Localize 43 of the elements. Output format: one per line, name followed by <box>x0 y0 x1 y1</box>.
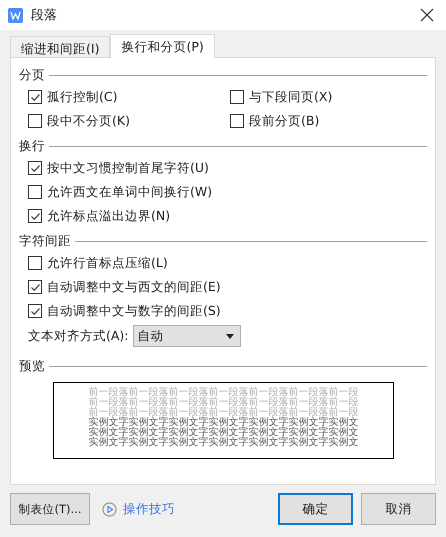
section-heading: 换行 <box>19 138 45 154</box>
checkbox-label[interactable]: 段前分页(B) <box>249 112 320 130</box>
play-icon[interactable] <box>102 502 117 516</box>
checkbox[interactable] <box>28 185 42 199</box>
checkbox-label[interactable]: 自动调整中文与西文的间距(E) <box>47 278 221 296</box>
checkbox[interactable] <box>28 256 42 270</box>
checkbox-label[interactable]: 自动调整中文与数字的间距(S) <box>47 302 221 320</box>
dialog-button[interactable]: 取消 <box>361 493 436 525</box>
tips-link[interactable]: 操作技巧 <box>123 500 175 518</box>
preview-text: 实例文字实例文字实例文字实例文字实例文字实例文字实例文 <box>88 428 358 438</box>
checkbox[interactable] <box>28 304 42 318</box>
preview-text: 前一段落前一段落前一段落前一段落前一段落前一段落前一段 <box>88 388 358 398</box>
checkbox-label[interactable]: 允许标点溢出边界(N) <box>47 208 170 224</box>
checkbox[interactable] <box>28 90 42 104</box>
checkbox[interactable] <box>28 161 42 175</box>
checkbox[interactable] <box>230 114 244 128</box>
preview-text: 前一段落前一段落前一段落前一段落前一段落前一段落前一段 <box>88 408 358 418</box>
preview-text: 实例文字实例文字实例文字实例文字实例文字实例文字实例文 <box>88 438 358 448</box>
window-title: 段落 <box>31 7 58 24</box>
checkbox-label[interactable]: 允许行首标点压缩(L) <box>47 254 168 272</box>
tab[interactable]: 换行和分页(P) <box>110 34 215 58</box>
checkbox[interactable] <box>230 90 244 104</box>
app-logo-icon <box>8 8 23 22</box>
checkbox-label[interactable]: 段中不分页(K) <box>47 112 130 130</box>
checkbox-label[interactable]: 允许西文在单词中间换行(W) <box>47 184 212 200</box>
checkbox-label[interactable]: 孤行控制(C) <box>47 88 118 106</box>
section-heading: 预览 <box>19 358 45 374</box>
checkbox-label[interactable]: 按中文习惯控制首尾字符(U) <box>47 160 209 176</box>
tab[interactable]: 缩进和间距(I) <box>10 36 110 57</box>
section-heading: 字符间距 <box>19 232 71 250</box>
checkbox[interactable] <box>28 114 42 128</box>
checkbox[interactable] <box>28 209 42 223</box>
preview-text: 前一段落前一段落前一段落前一段落前一段落前一段落前一段 <box>88 398 358 408</box>
checkbox[interactable] <box>28 280 42 294</box>
select-label: 文本对齐方式(A): <box>28 328 129 344</box>
dialog-button[interactable]: 确定 <box>278 493 353 525</box>
caret-icon[interactable] <box>226 334 234 338</box>
alignment-dropdown[interactable]: 自动 <box>132 325 241 347</box>
close-icon[interactable] <box>420 8 434 22</box>
checkbox-label[interactable]: 与下段同页(X) <box>249 88 332 106</box>
preview-text: 实例文字实例文字实例文字实例文字实例文字实例文字实例文 <box>88 418 358 428</box>
tabs-button[interactable]: 制表位(T)... <box>10 493 90 525</box>
section-heading: 分页 <box>19 66 45 84</box>
